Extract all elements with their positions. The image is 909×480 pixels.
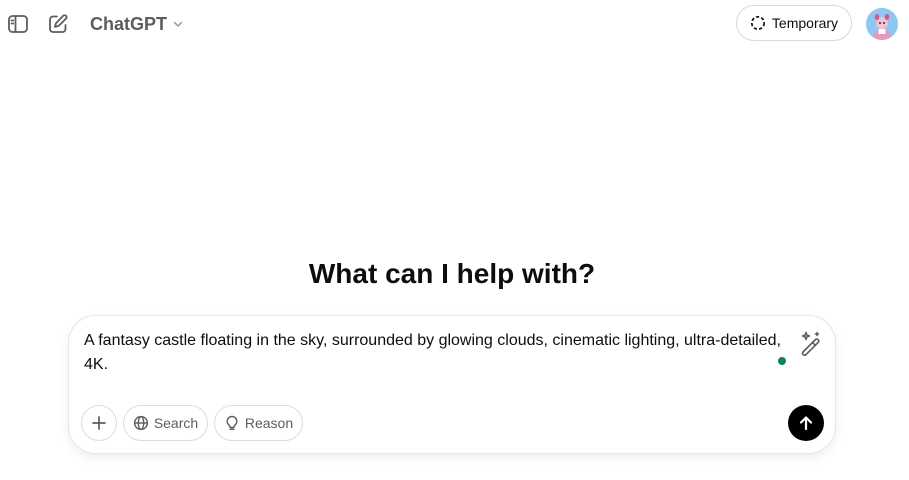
chevron-down-icon bbox=[173, 21, 183, 27]
temporary-chat-button[interactable]: Temporary bbox=[736, 5, 852, 41]
user-avatar-icon bbox=[866, 8, 898, 40]
globe-icon bbox=[133, 415, 148, 431]
model-selector[interactable]: ChatGPT bbox=[90, 12, 184, 36]
lightbulb-icon bbox=[226, 415, 238, 431]
page-title: What can I help with? bbox=[308, 258, 596, 289]
reason-button[interactable]: Reason bbox=[214, 405, 303, 441]
sidebar-toggle-icon bbox=[8, 15, 28, 33]
reason-label: Reason bbox=[244, 415, 294, 431]
send-button[interactable] bbox=[788, 405, 824, 441]
avatar[interactable] bbox=[866, 8, 898, 40]
search-label: Search bbox=[153, 415, 199, 431]
temporary-label: Temporary bbox=[771, 15, 839, 31]
model-name: ChatGPT bbox=[90, 13, 168, 34]
new-chat-icon bbox=[49, 14, 68, 33]
arrow-up-icon bbox=[799, 416, 813, 431]
status-dot bbox=[778, 357, 786, 365]
prompt-input[interactable]: A fantasy castle floating in the sky, su… bbox=[84, 329, 784, 377]
chat-page: ChatGPT Temporary What can I help with? … bbox=[0, 0, 909, 480]
attach-button[interactable] bbox=[81, 405, 117, 441]
new-chat-button[interactable] bbox=[44, 10, 72, 38]
magic-wand-button[interactable] bbox=[797, 330, 823, 356]
plus-icon bbox=[92, 416, 106, 430]
magic-wand-icon bbox=[801, 331, 820, 356]
search-button[interactable]: Search bbox=[123, 405, 208, 441]
prompt-composer: A fantasy castle floating in the sky, su… bbox=[68, 315, 836, 454]
sidebar-toggle-button[interactable] bbox=[4, 10, 32, 38]
dashed-circle-icon bbox=[750, 15, 765, 31]
